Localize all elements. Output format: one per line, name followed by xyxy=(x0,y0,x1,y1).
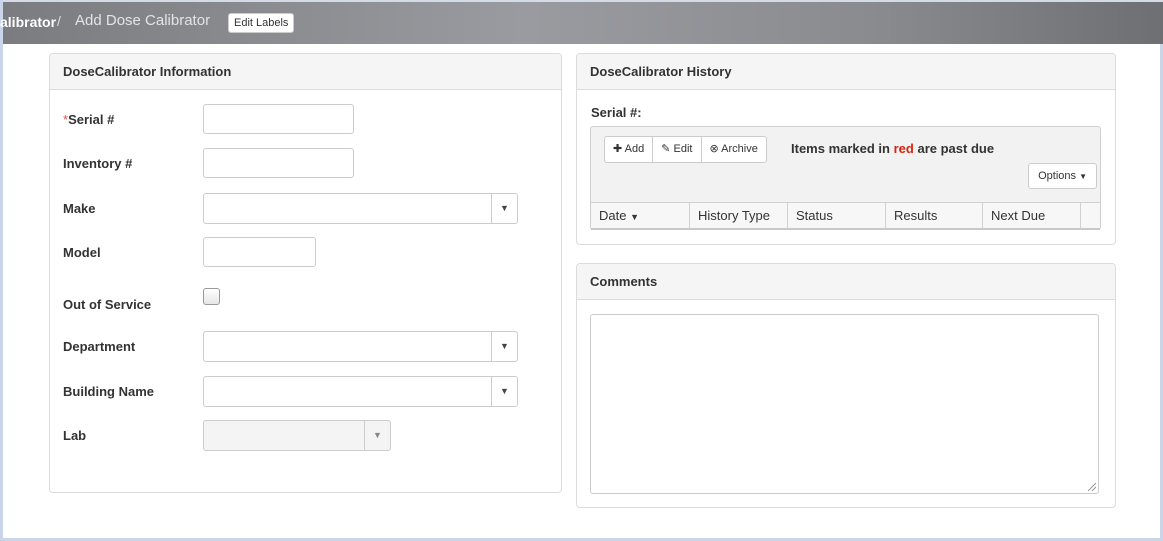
inventory-label: Inventory # xyxy=(63,156,133,171)
make-label: Make xyxy=(63,201,96,216)
make-select[interactable]: ▼ xyxy=(203,193,518,224)
out-of-service-label: Out of Service xyxy=(63,297,152,312)
past-due-notice: Items marked in red are past due xyxy=(791,141,995,156)
chevron-down-icon: ▼ xyxy=(491,377,517,406)
department-label: Department xyxy=(63,339,136,354)
serial-input[interactable] xyxy=(203,104,354,134)
column-results[interactable]: Results xyxy=(886,203,983,229)
serial-label: *Serial # xyxy=(63,112,115,127)
history-grid: ✚ Add ✎ Edit ⊗ Archive Items marked in r… xyxy=(590,126,1101,230)
comments-textarea[interactable] xyxy=(590,314,1099,494)
past-due-red-word: red xyxy=(893,141,914,156)
history-toolbar: ✚ Add ✎ Edit ⊗ Archive xyxy=(604,136,767,163)
column-date[interactable]: Date ▼ xyxy=(591,203,690,229)
breadcrumb-current[interactable]: alibrator xyxy=(0,14,56,30)
history-serial-label: Serial #: xyxy=(591,105,642,120)
department-select[interactable]: ▼ xyxy=(203,331,518,362)
out-of-service-checkbox[interactable] xyxy=(203,288,220,305)
column-next-due[interactable]: Next Due xyxy=(983,203,1081,229)
history-panel-title: DoseCalibrator History xyxy=(577,54,1115,90)
circle-x-icon: ⊗ xyxy=(709,143,719,155)
options-button[interactable]: Options ▼ xyxy=(1028,163,1097,189)
lab-select: ▼ xyxy=(203,420,391,451)
caret-down-icon: ▼ xyxy=(1079,172,1087,181)
resize-handle-icon[interactable] xyxy=(1088,483,1096,491)
info-panel-title: DoseCalibrator Information xyxy=(50,54,561,90)
model-input[interactable] xyxy=(203,237,316,267)
lab-label: Lab xyxy=(63,428,87,443)
info-panel: DoseCalibrator Information *Serial # Inv… xyxy=(49,53,562,493)
edit-labels-button[interactable]: Edit Labels xyxy=(228,13,295,33)
archive-button[interactable]: ⊗ Archive xyxy=(700,136,767,163)
building-label: Building Name xyxy=(63,384,155,399)
history-panel: DoseCalibrator History Serial #: ✚ Add ✎… xyxy=(576,53,1116,245)
building-select[interactable]: ▼ xyxy=(203,376,518,407)
inventory-input[interactable] xyxy=(203,148,354,178)
comments-panel: Comments xyxy=(576,263,1116,508)
sort-desc-icon: ▼ xyxy=(630,212,640,222)
breadcrumb-separator: / xyxy=(57,13,61,29)
comments-panel-title: Comments xyxy=(577,264,1115,300)
model-label: Model xyxy=(63,245,101,260)
add-button[interactable]: ✚ Add xyxy=(604,136,654,163)
history-column-headers: Date ▼ History Type Status Results Next … xyxy=(591,202,1100,230)
plus-icon: ✚ xyxy=(613,143,623,155)
chevron-down-icon: ▼ xyxy=(491,332,517,361)
column-status[interactable]: Status xyxy=(788,203,886,229)
chevron-down-icon: ▼ xyxy=(491,194,517,223)
column-history-type[interactable]: History Type xyxy=(690,203,788,229)
pencil-icon: ✎ xyxy=(661,143,671,155)
chevron-down-icon: ▼ xyxy=(364,421,390,450)
page-title: Add Dose Calibrator xyxy=(75,12,211,29)
top-bar: alibrator / Add Dose Calibrator Edit Lab… xyxy=(0,0,1163,44)
edit-button[interactable]: ✎ Edit xyxy=(652,136,702,163)
